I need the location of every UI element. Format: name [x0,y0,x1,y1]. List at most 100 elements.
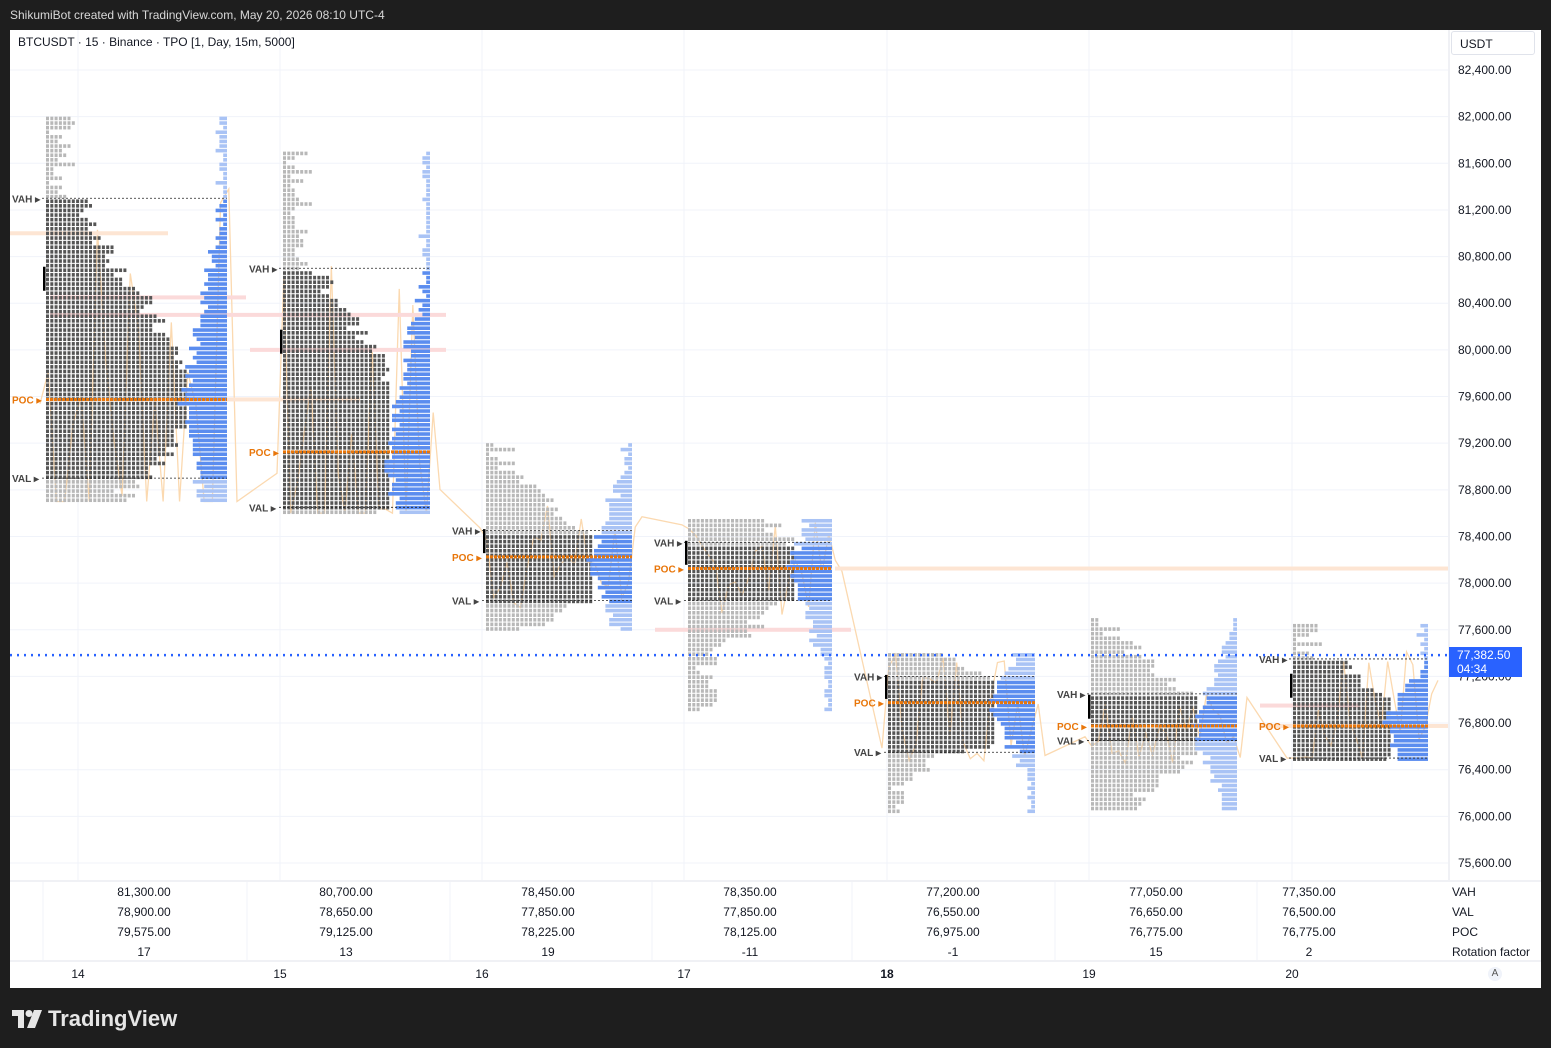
tpo-block [572,567,575,571]
tpo-block [377,423,381,427]
tpo-block [157,461,161,466]
tpo-block [334,326,338,331]
tpo-block [308,377,312,381]
tpo-block [76,337,80,342]
tpo-block [80,360,84,365]
tpo-block [50,365,54,369]
tpo-block [101,323,105,328]
tpo-block [127,443,131,447]
tpo-block [541,608,545,613]
tpo-block [136,314,140,319]
tpo-block [696,638,700,643]
tpo-block [304,482,308,487]
tpo-block [377,478,381,482]
tpo-block [774,569,777,574]
tpo-block [338,331,342,335]
tpo-block [304,151,308,156]
tpo-block [295,409,299,413]
tpo-block [494,581,498,585]
tpo-block [377,469,381,473]
tpo-block [287,349,291,354]
tpo-block [54,443,58,447]
tpo-block [541,581,545,585]
tpo-block [752,583,756,587]
volume-profile-row [601,525,632,530]
tpo-block [982,685,986,689]
tpo-block [503,502,507,507]
tpo-block [351,478,355,482]
tpo-block [692,532,696,537]
tpo-block [688,518,691,523]
tpo-block [700,633,704,638]
tpo-block [71,342,75,346]
tpo-block [119,346,123,351]
tpo-block [93,434,97,438]
tpo-block [756,551,760,555]
tpo-block [127,319,131,323]
tpo-block [688,583,691,587]
tpo-block [84,250,88,254]
tpo-block [935,726,939,731]
tpo-block [533,502,537,507]
tpo-block [170,401,174,406]
tpo-chart[interactable]: 82,400.0082,000.0081,600.0081,200.0080,8… [10,30,1541,988]
tpo-block [948,694,952,699]
tpo-block [507,539,511,544]
tpo-block [93,222,97,227]
tpo-block [110,268,114,273]
tpo-block [913,717,917,722]
tpo-block [576,576,580,581]
tpo-block [101,277,105,282]
tpo-block [317,473,321,478]
tpo-block [584,594,588,599]
tpo-block [713,592,717,597]
tpo-block [731,606,734,610]
tpo-block [80,365,84,369]
tpo-block [110,360,114,365]
tpo-block [300,400,304,404]
tpo-block [149,360,153,365]
tpo-block [554,585,558,590]
tpo-block [576,571,580,576]
tpo-block [498,475,502,479]
tpo-block [888,653,891,657]
tpo-block [516,576,520,581]
tpo-block [71,250,75,254]
tpo-block [494,493,498,498]
tpo-block [338,404,342,409]
tpo-block [317,464,321,469]
tpo-block [89,420,92,424]
tpo-block [931,726,934,731]
tpo-block [101,263,105,268]
tpo-block [364,409,368,413]
tpo-block [735,606,739,610]
tpo-block [529,544,532,548]
tpo-block [287,381,291,386]
tpo-block [533,585,537,590]
tpo-block [520,512,524,516]
tpo-block [67,443,71,447]
tpo-block [321,464,325,469]
tpo-block [956,708,960,712]
tpo-block [63,457,67,461]
tpo-block [537,489,541,493]
tpo-block [123,378,127,383]
tpo-block [507,498,511,502]
tpo-block [926,694,930,699]
tpo-block [300,501,304,505]
tpo-block [334,436,338,441]
tpo-block [692,551,696,555]
tpo-block [563,567,567,571]
tpo-block [377,390,381,395]
tpo-block [373,473,377,478]
tpo-block [338,487,342,492]
tpo-block [166,438,170,443]
tpo-block [541,576,545,581]
tpo-block [127,457,131,461]
tpo-block [373,487,377,492]
tpo-block [63,291,67,296]
tpo-block [550,548,554,553]
tpo-block [317,358,321,363]
tpo-block [67,144,71,148]
tpo-block [89,434,92,438]
